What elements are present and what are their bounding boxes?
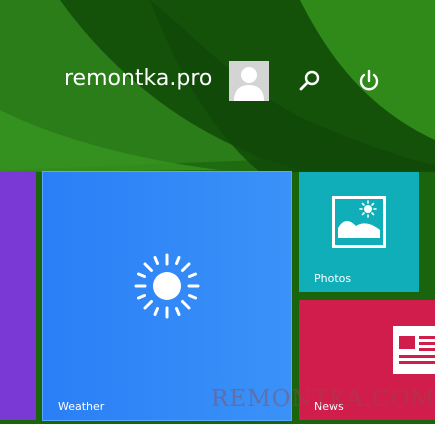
search-icon[interactable] bbox=[297, 68, 323, 94]
user-name[interactable]: remontka.pro bbox=[64, 66, 212, 91]
tile-photos-label: Photos bbox=[314, 272, 352, 285]
user-avatar-icon[interactable] bbox=[229, 61, 269, 101]
picture-icon bbox=[332, 196, 386, 248]
tile-weather[interactable]: Weather bbox=[42, 171, 292, 421]
tile-weather-label: Weather bbox=[58, 400, 105, 413]
watermark: REMONTKA.COM bbox=[211, 386, 435, 412]
tile-photos[interactable]: Photos bbox=[299, 172, 419, 292]
sun-icon bbox=[134, 253, 200, 319]
power-icon[interactable] bbox=[356, 68, 382, 94]
tile-partial-left[interactable] bbox=[0, 172, 36, 420]
newspaper-icon bbox=[393, 326, 435, 374]
